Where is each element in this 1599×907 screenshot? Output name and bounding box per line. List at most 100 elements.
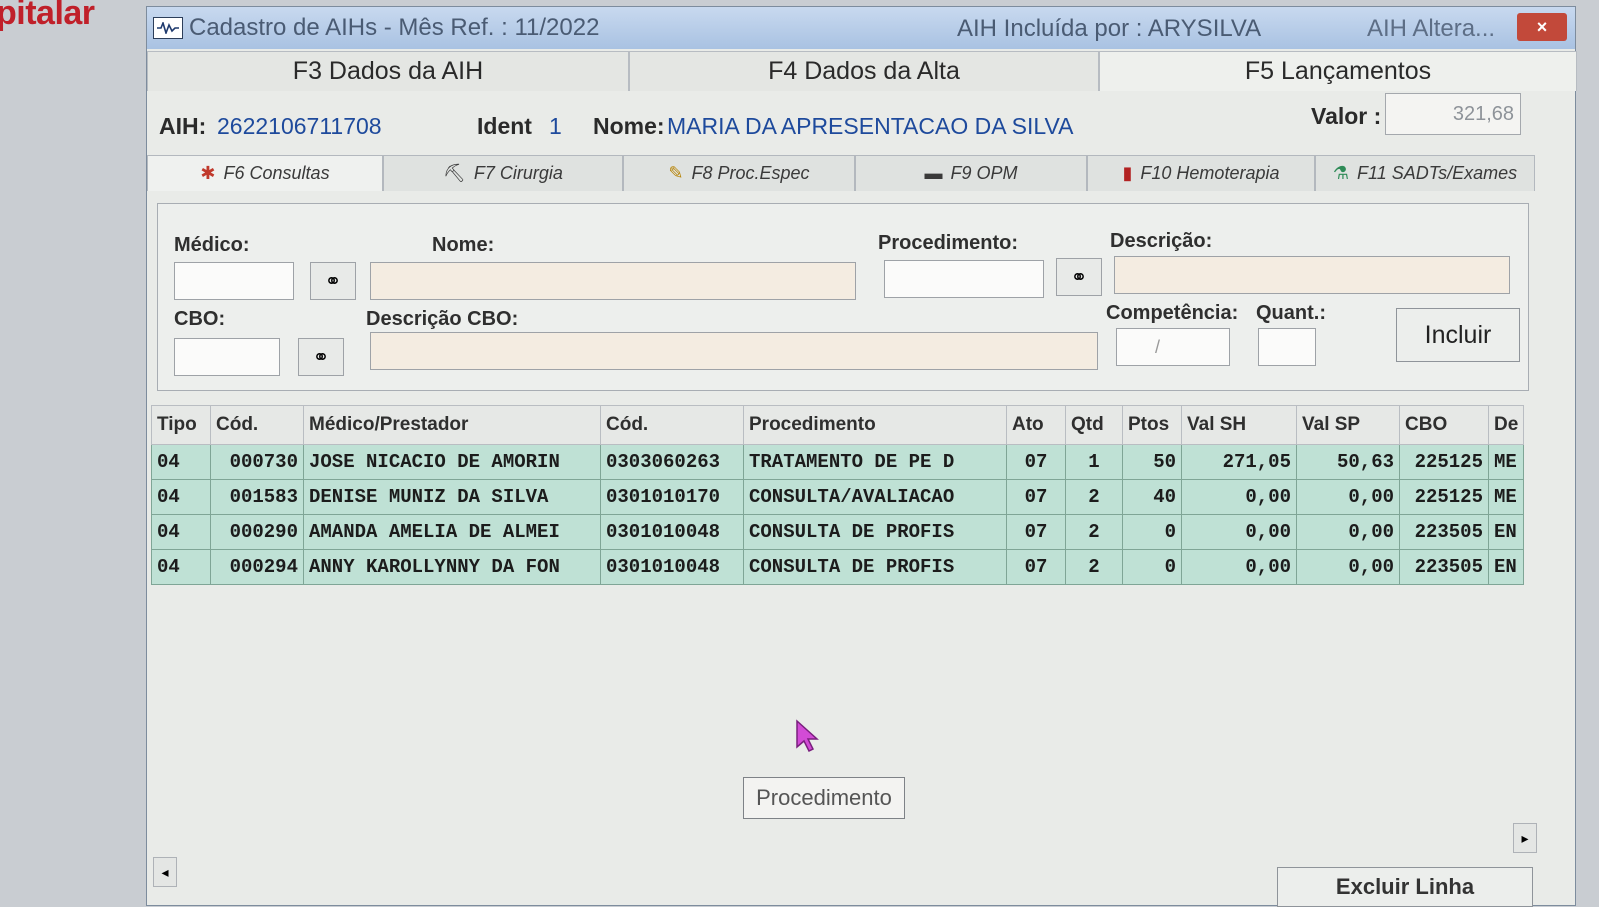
cell-cod-medico: 001583 [210, 479, 304, 515]
col-medico-prestador[interactable]: Médico/Prestador [303, 405, 601, 445]
mouse-pointer-icon [795, 719, 821, 758]
cell-val-sp: 0,00 [1296, 479, 1400, 515]
incluir-button[interactable]: Incluir [1396, 308, 1520, 362]
surgery-icon: ⛏ [443, 163, 466, 183]
ident-label: Ident [477, 113, 532, 139]
cell-cod-proc: 0303060263 [600, 444, 744, 480]
tab-hemoterapia-label: F10 Hemoterapia [1140, 163, 1280, 183]
cell-ato: 07 [1006, 514, 1066, 550]
cell-procedimento: TRATAMENTO DE PE D [743, 444, 1007, 480]
table-row[interactable]: 04 000730 JOSE NICACIO DE AMORIN 0303060… [151, 444, 1525, 480]
aih-registration-window: Cadastro de AIHs - Mês Ref. : 11/2022 AI… [146, 6, 1577, 907]
cell-qtd: 2 [1065, 479, 1123, 515]
tab-dados-alta[interactable]: F4 Dados da Alta [629, 51, 1099, 91]
cell-medico: DENISE MUNIZ DA SILVA [303, 479, 601, 515]
cell-ptos: 0 [1122, 549, 1182, 585]
table-row[interactable]: 04 001583 DENISE MUNIZ DA SILVA 03010101… [151, 479, 1525, 515]
cbo-input[interactable] [174, 338, 280, 376]
medico-input[interactable] [174, 262, 294, 300]
sub-tabs: ✱ F6 Consultas ⛏ F7 Cirurgia ✎ F8 Proc.E… [147, 155, 1575, 193]
close-button[interactable]: × [1517, 13, 1567, 41]
col-val-sh[interactable]: Val SH [1181, 405, 1297, 445]
binoculars-icon: ⚭ [1070, 266, 1088, 289]
launches-table: Tipo Cód. Médico/Prestador Cód. Procedim… [151, 405, 1525, 585]
valor-label: Valor : [1311, 103, 1382, 129]
nome-label: Nome: [593, 113, 665, 139]
cell-qtd: 2 [1065, 514, 1123, 550]
col-de[interactable]: De [1487, 405, 1525, 445]
title-bar[interactable]: Cadastro de AIHs - Mês Ref. : 11/2022 AI… [147, 7, 1575, 49]
tab-opm[interactable]: ▬ F9 OPM [855, 155, 1087, 191]
table-header-row: Tipo Cód. Médico/Prestador Cód. Procedim… [151, 405, 1525, 445]
valor-field[interactable]: 321,68 [1385, 93, 1521, 135]
procedimento-input[interactable] [884, 260, 1044, 298]
binoculars-icon: ⚭ [312, 346, 330, 369]
main-tabs: F3 Dados da AIH F4 Dados da Alta F5 Lanç… [147, 51, 1577, 93]
included-by-text: AIH Incluída por : ARYSILVA [957, 15, 1262, 42]
cell-de: ME [1487, 444, 1525, 480]
tab-cirurgia-label: F7 Cirurgia [473, 163, 563, 183]
tab-opm-label: F9 OPM [950, 163, 1018, 183]
hospital-logo-text: pitalar [0, 0, 95, 32]
aih-header: AIH: 2622106711708 Ident 1 Nome: MARIA D… [147, 103, 1575, 151]
cell-tipo: 04 [151, 549, 211, 585]
quant-input[interactable] [1258, 328, 1316, 366]
cell-procedimento: CONSULTA DE PROFIS [743, 549, 1007, 585]
cell-ato: 07 [1006, 444, 1066, 480]
cell-cbo: 223505 [1399, 549, 1489, 585]
launches-grid: Tipo Cód. Médico/Prestador Cód. Procedim… [151, 405, 1547, 585]
medico-search-button[interactable]: ⚭ [310, 262, 356, 300]
tab-lancamentos[interactable]: F5 Lançamentos [1099, 51, 1577, 91]
col-tipo[interactable]: Tipo [151, 405, 211, 445]
col-qtd[interactable]: Qtd [1065, 405, 1123, 445]
nome-input[interactable] [370, 262, 856, 300]
descricao-label: Descrição: [1110, 230, 1213, 252]
table-row[interactable]: 04 000294 ANNY KAROLLYNNY DA FON 0301010… [151, 549, 1525, 585]
descricao-cbo-label: Descrição CBO: [366, 308, 519, 330]
col-cod-medico[interactable]: Cód. [210, 405, 304, 445]
col-cod-proc[interactable]: Cód. [600, 405, 744, 445]
competencia-input[interactable]: / [1116, 328, 1230, 366]
col-ato[interactable]: Ato [1006, 405, 1066, 445]
col-val-sp[interactable]: Val SP [1296, 405, 1400, 445]
excluir-linha-button[interactable]: Excluir Linha [1277, 867, 1533, 907]
cell-val-sh: 0,00 [1181, 479, 1297, 515]
table-row[interactable]: 04 000290 AMANDA AMELIA DE ALMEI 0301010… [151, 514, 1525, 550]
tab-cirurgia[interactable]: ⛏ F7 Cirurgia [383, 155, 623, 191]
cell-val-sh: 271,05 [1181, 444, 1297, 480]
cell-val-sh: 0,00 [1181, 514, 1297, 550]
descricao-input[interactable] [1114, 256, 1510, 294]
cell-cod-proc: 0301010170 [600, 479, 744, 515]
cbo-search-button[interactable]: ⚭ [298, 338, 344, 376]
binoculars-icon: ⚭ [324, 270, 342, 293]
tab-dados-aih[interactable]: F3 Dados da AIH [147, 51, 629, 91]
cell-cod-proc: 0301010048 [600, 549, 744, 585]
scroll-left-arrow-icon[interactable]: ◂ [153, 857, 177, 887]
syringe-icon: ✎ [668, 163, 684, 183]
cell-medico: ANNY KAROLLYNNY DA FON [303, 549, 601, 585]
cell-tipo: 04 [151, 514, 211, 550]
cell-cod-proc: 0301010048 [600, 514, 744, 550]
cell-cod-medico: 000290 [210, 514, 304, 550]
quant-label: Quant.: [1256, 302, 1326, 324]
cell-qtd: 1 [1065, 444, 1123, 480]
tab-sadts-exames[interactable]: ⚗ F11 SADTs/Exames [1315, 155, 1535, 191]
tab-hemoterapia[interactable]: ▮ F10 Hemoterapia [1087, 155, 1315, 191]
descricao-cbo-input[interactable] [370, 332, 1098, 370]
cell-ptos: 40 [1122, 479, 1182, 515]
aih-label: AIH: [159, 113, 207, 139]
col-ptos[interactable]: Ptos [1122, 405, 1182, 445]
procedure-form: Médico: Nome: Procedimento: Descrição: ⚭… [157, 203, 1529, 391]
col-cbo[interactable]: CBO [1399, 405, 1489, 445]
procedimento-search-button[interactable]: ⚭ [1056, 258, 1102, 296]
cell-de: EN [1487, 549, 1525, 585]
competencia-label: Competência: [1106, 302, 1239, 324]
tab-proc-espec[interactable]: ✎ F8 Proc.Espec [623, 155, 855, 191]
scroll-right-arrow-icon[interactable]: ▸ [1513, 823, 1537, 853]
cell-ato: 07 [1006, 549, 1066, 585]
tab-proc-espec-label: F8 Proc.Espec [691, 163, 810, 183]
col-procedimento[interactable]: Procedimento [743, 405, 1007, 445]
procedimento-tooltip: Procedimento [743, 777, 905, 819]
tab-consultas[interactable]: ✱ F6 Consultas [147, 155, 383, 191]
window-title: Cadastro de AIHs - Mês Ref. : 11/2022 [189, 14, 600, 41]
